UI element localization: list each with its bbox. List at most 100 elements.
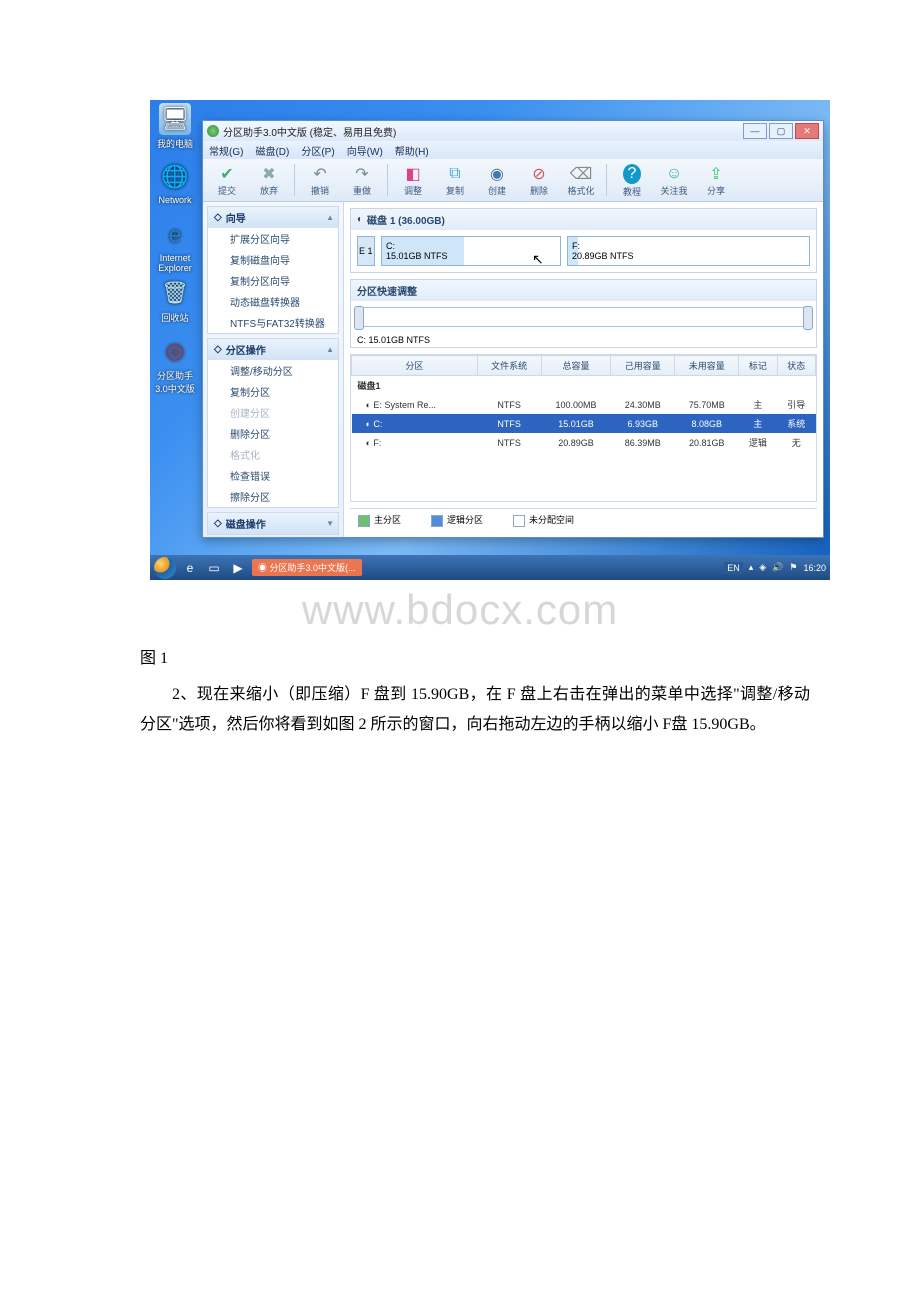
toolbar-button[interactable]: ☺关注我: [654, 164, 694, 197]
toolbar-button[interactable]: ↶撤销: [300, 164, 340, 197]
desktop-icon-computer[interactable]: 🖥我的电脑: [153, 103, 197, 159]
table-row[interactable]: ◐ E: System Re...NTFS100.00MB24.30MB75.7…: [352, 395, 816, 414]
disk-header-text: 磁盘 1 (36.00GB): [367, 212, 445, 227]
sidebar-group-header[interactable]: ◇磁盘操作▼: [208, 513, 338, 534]
legend: 主分区 逻辑分区 未分配空间: [350, 508, 817, 531]
menu-item[interactable]: 分区(P): [301, 143, 334, 158]
table-header[interactable]: 标记: [739, 356, 777, 376]
legend-primary-swatch: [358, 515, 370, 527]
disk-segment-f[interactable]: F: 20.89GB NTFS: [567, 236, 810, 266]
toolbar-separator: [294, 164, 295, 196]
sidebar-group: ◇磁盘操作▼: [207, 512, 339, 535]
desktop-icon-network[interactable]: 🌐Network: [153, 161, 197, 217]
taskbar-active-app[interactable]: ◉ 分区助手3.0中文版(...: [252, 559, 362, 576]
window-title: 分区助手3.0中文版 (稳定、易用且免费): [223, 124, 743, 139]
taskbar-icon-ie[interactable]: e: [180, 559, 200, 577]
menu-item[interactable]: 帮助(H): [395, 143, 429, 158]
desktop-icon-ie[interactable]: eInternet Explorer: [153, 219, 197, 275]
toolbar-button[interactable]: ⇪分享: [696, 164, 736, 197]
body-text-content: 2、现在来缩小（即压缩）F 盘到 15.90GB，在 F 盘上右击在弹出的菜单中…: [140, 680, 810, 741]
sidebar-item[interactable]: 擦除分区: [208, 486, 338, 507]
sidebar-item[interactable]: 删除分区: [208, 423, 338, 444]
desktop-screenshot: 🖥我的电脑🌐NetworkeInternet Explorer🗑回收站◎分区助手…: [150, 100, 830, 580]
segment-f-size: 20.89GB NTFS: [572, 251, 634, 261]
table-header[interactable]: 总容量: [541, 356, 611, 376]
menu-item[interactable]: 向导(W): [347, 143, 383, 158]
legend-unalloc-swatch: [513, 515, 525, 527]
legend-logical-swatch: [431, 515, 443, 527]
sidebar-item[interactable]: NTFS与FAT32转换器: [208, 312, 338, 333]
disk-header: ◐ 磁盘 1 (36.00GB): [351, 209, 816, 230]
table-header[interactable]: 分区: [352, 356, 478, 376]
sidebar-item[interactable]: 复制分区: [208, 381, 338, 402]
table-row[interactable]: ◐ F:NTFS20.89GB86.39MB20.81GB逻辑无: [352, 433, 816, 452]
toolbar-button[interactable]: ↷重做: [342, 164, 382, 197]
quick-adjust-title: 分区快速调整: [351, 280, 816, 301]
disk-icon: ◐: [357, 214, 363, 225]
body-paragraph: 2、现在来缩小（即压缩）F 盘到 15.90GB，在 F 盘上右击在弹出的菜单中…: [140, 680, 810, 741]
sidebar-item[interactable]: 调整/移动分区: [208, 360, 338, 381]
disk-map-panel: ◐ 磁盘 1 (36.00GB) E 1 C: 15.01GB NTFS: [350, 208, 817, 273]
tray-volume-icon[interactable]: 🔊: [772, 562, 783, 573]
partition-slider[interactable]: [357, 307, 810, 327]
legend-primary-label: 主分区: [374, 515, 401, 525]
legend-unalloc-label: 未分配空间: [529, 515, 574, 525]
maximize-button[interactable]: ▢: [769, 123, 793, 139]
toolbar-button[interactable]: ⧉复制: [435, 164, 475, 197]
slider-label: C: 15.01GB NTFS: [351, 333, 816, 347]
toolbar-button[interactable]: ◧调整: [393, 164, 433, 197]
partition-table: 分区文件系统总容量己用容量未用容量标记状态 磁盘1◐ E: System Re.…: [351, 355, 816, 452]
table-header[interactable]: 未用容量: [675, 356, 739, 376]
sidebar-group-header[interactable]: ◇向导▲: [208, 207, 338, 228]
minimize-button[interactable]: —: [743, 123, 767, 139]
sidebar-item[interactable]: 扩展分区向导: [208, 228, 338, 249]
toolbar: ✔提交✖放弃 ↶撤销↷重做 ◧调整⧉复制◉创建⊘删除⌫格式化 ?教程☺关注我⇪分享: [203, 159, 823, 202]
taskbar-icon-explorer[interactable]: ▭: [204, 559, 224, 577]
slider-handle-left[interactable]: [354, 306, 364, 330]
toolbar-button[interactable]: ⊘删除: [519, 164, 559, 197]
tray-flag-icon[interactable]: ▴: [749, 562, 754, 573]
desktop-icons: 🖥我的电脑🌐NetworkeInternet Explorer🗑回收站◎分区助手…: [153, 103, 197, 393]
disk-segment-c[interactable]: C: 15.01GB NTFS ↖: [381, 236, 561, 266]
app-icon: [207, 125, 219, 137]
table-row[interactable]: ◐ C:NTFS15.01GB6.93GB8.08GB主系统: [352, 414, 816, 433]
sidebar-group: ◇向导▲扩展分区向导复制磁盘向导复制分区向导动态磁盘转换器NTFS与FAT32转…: [207, 206, 339, 334]
desktop-icon-app[interactable]: ◎分区助手3.0中文版: [153, 335, 197, 391]
lang-indicator[interactable]: EN: [724, 562, 743, 574]
system-tray: EN ▴ ◈ 🔊 ⚑ 16:20: [724, 562, 826, 574]
disk-segment-e[interactable]: E 1: [357, 236, 375, 266]
taskbar-icon-media[interactable]: ▶: [228, 559, 248, 577]
toolbar-button[interactable]: ◉创建: [477, 164, 517, 197]
menu-item[interactable]: 磁盘(D): [255, 143, 289, 158]
table-header[interactable]: 文件系统: [477, 356, 541, 376]
sidebar-item[interactable]: 检查错误: [208, 465, 338, 486]
sidebar-item[interactable]: 复制分区向导: [208, 270, 338, 291]
table-header[interactable]: 状态: [777, 356, 815, 376]
sidebar-item: 格式化: [208, 444, 338, 465]
tray-action-icon[interactable]: ⚑: [789, 562, 797, 573]
menu-item[interactable]: 常规(G): [209, 143, 243, 158]
toolbar-separator: [606, 164, 607, 196]
sidebar-group-header[interactable]: ◇分区操作▲: [208, 339, 338, 360]
legend-logical-label: 逻辑分区: [447, 515, 483, 525]
taskbar-active-label: 分区助手3.0中文版(...: [270, 563, 356, 573]
segment-c-size: 15.01GB NTFS: [386, 251, 448, 261]
clock[interactable]: 16:20: [803, 563, 826, 573]
titlebar: 分区助手3.0中文版 (稳定、易用且免费) — ▢ ✕: [203, 121, 823, 141]
slider-handle-right[interactable]: [803, 306, 813, 330]
toolbar-button[interactable]: ✖放弃: [249, 164, 289, 197]
table-header[interactable]: 己用容量: [611, 356, 675, 376]
toolbar-button[interactable]: ⌫格式化: [561, 164, 601, 197]
toolbar-separator: [387, 164, 388, 196]
main-panel: ◐ 磁盘 1 (36.00GB) E 1 C: 15.01GB NTFS: [344, 202, 823, 537]
desktop-icon-bin[interactable]: 🗑回收站: [153, 277, 197, 333]
toolbar-button[interactable]: ?教程: [612, 163, 652, 198]
app-window: 分区助手3.0中文版 (稳定、易用且免费) — ▢ ✕ 常规(G) 磁盘(D) 分区…: [202, 120, 824, 538]
sidebar-item[interactable]: 动态磁盘转换器: [208, 291, 338, 312]
sidebar-item[interactable]: 复制磁盘向导: [208, 249, 338, 270]
tray-network-icon[interactable]: ◈: [759, 562, 766, 573]
toolbar-button[interactable]: ✔提交: [207, 164, 247, 197]
watermark: www.bdocx.com: [0, 586, 920, 634]
close-button[interactable]: ✕: [795, 123, 819, 139]
start-button[interactable]: [154, 557, 176, 579]
